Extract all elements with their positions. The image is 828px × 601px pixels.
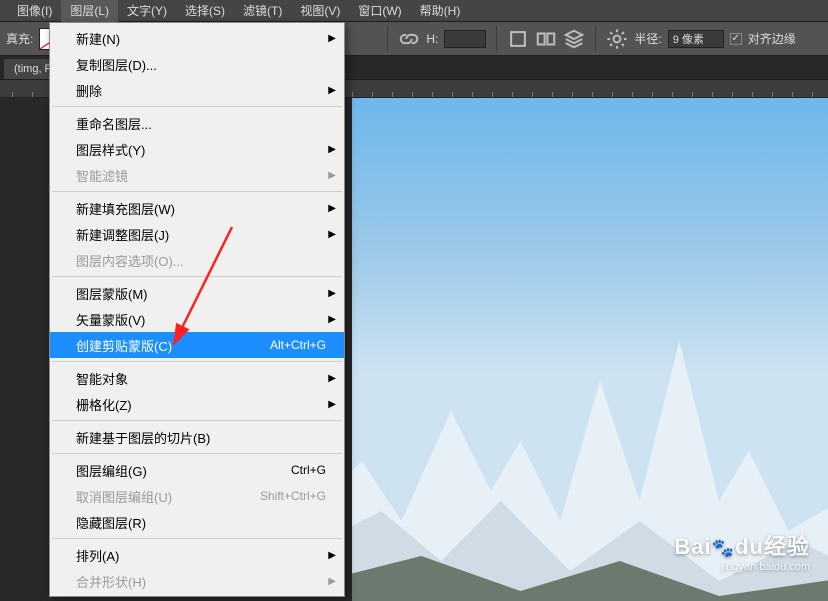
menu-separator xyxy=(52,191,342,192)
menu-item: 合并形状(H)▶ xyxy=(50,568,344,594)
menu-item-label: 新建(N) xyxy=(76,29,326,48)
menu-item-shortcut: Ctrl+G xyxy=(291,463,326,477)
submenu-arrow-icon: ▶ xyxy=(328,170,336,181)
submenu-arrow-icon: ▶ xyxy=(328,550,336,561)
menu-item[interactable]: 隐藏图层(R) xyxy=(50,509,344,535)
divider xyxy=(496,26,497,52)
menu-item: 图层内容选项(O)... xyxy=(50,247,344,273)
menu-item[interactable]: 图层蒙版(M)▶ xyxy=(50,280,344,306)
menu-item: 智能滤镜▶ xyxy=(50,162,344,188)
radius-input[interactable]: 9 像素 xyxy=(668,30,724,48)
align-icon-2[interactable] xyxy=(535,28,557,50)
h-input[interactable] xyxy=(444,30,486,48)
fill-label: 真充: xyxy=(6,30,33,47)
menu-separator xyxy=(52,106,342,107)
watermark: Bai🐾du经验 jingyan.baidu.com xyxy=(674,529,810,573)
menu-item-label: 隐藏图层(R) xyxy=(76,513,326,532)
submenu-arrow-icon: ▶ xyxy=(328,314,336,325)
paw-icon: 🐾 xyxy=(712,538,735,558)
menubar-help[interactable]: 帮助(H) xyxy=(411,0,470,22)
submenu-arrow-icon: ▶ xyxy=(328,399,336,410)
menu-item[interactable]: 复制图层(D)... xyxy=(50,51,344,77)
menu-item-label: 栅格化(Z) xyxy=(76,395,326,414)
watermark-brand: Bai xyxy=(674,534,711,559)
menu-item-label: 图层内容选项(O)... xyxy=(76,251,326,270)
submenu-arrow-icon: ▶ xyxy=(328,144,336,155)
menubar: 图像(I) 图层(L) 文字(Y) 选择(S) 滤镜(T) 视图(V) 窗口(W… xyxy=(0,0,828,22)
menu-item-label: 矢量蒙版(V) xyxy=(76,310,326,329)
menu-item[interactable]: 删除▶ xyxy=(50,77,344,103)
menubar-window[interactable]: 窗口(W) xyxy=(349,0,410,22)
menu-item[interactable]: 新建填充图层(W)▶ xyxy=(50,195,344,221)
menubar-layer[interactable]: 图层(L) xyxy=(61,0,118,22)
menu-item[interactable]: 智能对象▶ xyxy=(50,365,344,391)
align-edges-checkbox[interactable]: ✓ xyxy=(730,33,742,45)
menu-item-label: 智能滤镜 xyxy=(76,166,326,185)
menu-item-shortcut: Shift+Ctrl+G xyxy=(260,489,326,503)
menu-item-label: 删除 xyxy=(76,81,326,100)
menu-separator xyxy=(52,453,342,454)
menu-item[interactable]: 排列(A)▶ xyxy=(50,542,344,568)
gear-icon[interactable] xyxy=(606,28,628,50)
menu-item-label: 排列(A) xyxy=(76,546,326,565)
menu-item-label: 图层样式(Y) xyxy=(76,140,326,159)
menu-item[interactable]: 图层样式(Y)▶ xyxy=(50,136,344,162)
divider xyxy=(387,26,388,52)
menu-item-label: 创建剪贴蒙版(C) xyxy=(76,336,270,355)
submenu-arrow-icon: ▶ xyxy=(328,33,336,44)
menu-item[interactable]: 新建基于图层的切片(B) xyxy=(50,424,344,450)
align-icon[interactable] xyxy=(507,28,529,50)
menu-separator xyxy=(52,538,342,539)
submenu-arrow-icon: ▶ xyxy=(328,576,336,587)
menu-separator xyxy=(52,276,342,277)
menubar-filter[interactable]: 滤镜(T) xyxy=(234,0,291,22)
h-label: H: xyxy=(426,32,438,46)
menu-item-label: 重命名图层... xyxy=(76,114,326,133)
menubar-type[interactable]: 文字(Y) xyxy=(118,0,176,22)
menu-item-label: 新建调整图层(J) xyxy=(76,225,326,244)
menu-item-label: 智能对象 xyxy=(76,369,326,388)
radius-label: 半径: xyxy=(634,30,661,47)
menu-item-label: 合并形状(H) xyxy=(76,572,326,591)
menu-separator xyxy=(52,420,342,421)
menu-item-label: 复制图层(D)... xyxy=(76,55,326,74)
menu-item[interactable]: 图层编组(G)Ctrl+G xyxy=(50,457,344,483)
submenu-arrow-icon: ▶ xyxy=(328,373,336,384)
menu-item[interactable]: 栅格化(Z)▶ xyxy=(50,391,344,417)
divider xyxy=(595,26,596,52)
menu-item[interactable]: 新建(N)▶ xyxy=(50,25,344,51)
layer-menu-dropdown: 新建(N)▶复制图层(D)...删除▶重命名图层...图层样式(Y)▶智能滤镜▶… xyxy=(49,22,345,597)
menu-item-label: 取消图层编组(U) xyxy=(76,487,260,506)
menubar-view[interactable]: 视图(V) xyxy=(291,0,349,22)
menu-item[interactable]: 矢量蒙版(V)▶ xyxy=(50,306,344,332)
menu-item[interactable]: 重命名图层... xyxy=(50,110,344,136)
menu-item[interactable]: 新建调整图层(J)▶ xyxy=(50,221,344,247)
menu-item-label: 图层编组(G) xyxy=(76,461,291,480)
submenu-arrow-icon: ▶ xyxy=(328,85,336,96)
menu-item: 取消图层编组(U)Shift+Ctrl+G xyxy=(50,483,344,509)
link-icon[interactable] xyxy=(398,28,420,50)
submenu-arrow-icon: ▶ xyxy=(328,288,336,299)
menu-item-label: 新建基于图层的切片(B) xyxy=(76,428,326,447)
watermark-url: jingyan.baidu.com xyxy=(674,561,810,573)
menubar-image[interactable]: 图像(I) xyxy=(8,0,61,22)
menu-separator xyxy=(52,361,342,362)
menu-item-shortcut: Alt+Ctrl+G xyxy=(270,338,326,352)
menu-item-label: 图层蒙版(M) xyxy=(76,284,326,303)
document-canvas[interactable]: Bai🐾du经验 jingyan.baidu.com xyxy=(352,98,828,601)
menu-item-label: 新建填充图层(W) xyxy=(76,199,326,218)
align-edges-label: 对齐边缘 xyxy=(748,30,796,47)
stack-icon[interactable] xyxy=(563,28,585,50)
submenu-arrow-icon: ▶ xyxy=(328,203,336,214)
menubar-select[interactable]: 选择(S) xyxy=(176,0,234,22)
menu-item[interactable]: 创建剪贴蒙版(C)Alt+Ctrl+G xyxy=(50,332,344,358)
submenu-arrow-icon: ▶ xyxy=(328,229,336,240)
